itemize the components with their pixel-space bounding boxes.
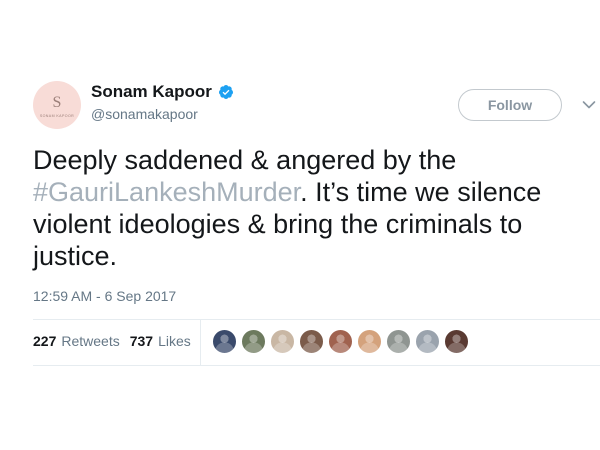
chevron-down-icon[interactable] (582, 100, 596, 110)
liker-avatar-5[interactable] (328, 329, 353, 354)
stats-separator (200, 320, 201, 365)
liker-avatar-3[interactable] (270, 329, 295, 354)
profile-avatar[interactable]: S Sonam Kapoor (33, 81, 81, 129)
liker-avatar-6[interactable] (357, 329, 382, 354)
tweet-card: S Sonam Kapoor Sonam Kapoor @sonamakapoo… (0, 0, 600, 450)
user-handle[interactable]: @sonamakapoor (91, 106, 198, 122)
liker-avatar-8[interactable] (415, 329, 440, 354)
liker-avatar-1[interactable] (212, 329, 237, 354)
tweet-text: Deeply saddened & angered by the #GauriL… (33, 144, 583, 272)
likes-count: 737 (129, 333, 154, 349)
divider (33, 365, 600, 366)
liker-avatar-7[interactable] (386, 329, 411, 354)
display-name[interactable]: Sonam Kapoor (91, 82, 212, 102)
avatar-monogram: S (52, 93, 62, 111)
likes-stat[interactable]: 737 Likes (130, 333, 191, 349)
retweets-count: 227 (33, 333, 57, 349)
tweet-stats: 227 Retweets 737 Likes (33, 333, 201, 349)
tweet-text-start: Deeply saddened & angered by the (33, 145, 457, 175)
verified-badge-icon (218, 85, 233, 99)
tweet-timestamp[interactable]: 12:59 AM - 6 Sep 2017 (33, 288, 176, 304)
retweets-label: Retweets (61, 333, 120, 349)
follow-button[interactable]: Follow (458, 89, 562, 121)
avatar-caption: Sonam Kapoor (39, 113, 75, 118)
liker-avatar-9[interactable] (444, 329, 469, 354)
hashtag-link[interactable]: #GauriLankeshMurder (33, 177, 300, 207)
retweets-stat[interactable]: 227 Retweets (33, 333, 120, 349)
liker-avatar-2[interactable] (241, 329, 266, 354)
display-name-row[interactable]: Sonam Kapoor (91, 82, 234, 102)
liker-avatar-4[interactable] (299, 329, 324, 354)
divider (33, 319, 600, 320)
likes-label: Likes (158, 333, 191, 349)
